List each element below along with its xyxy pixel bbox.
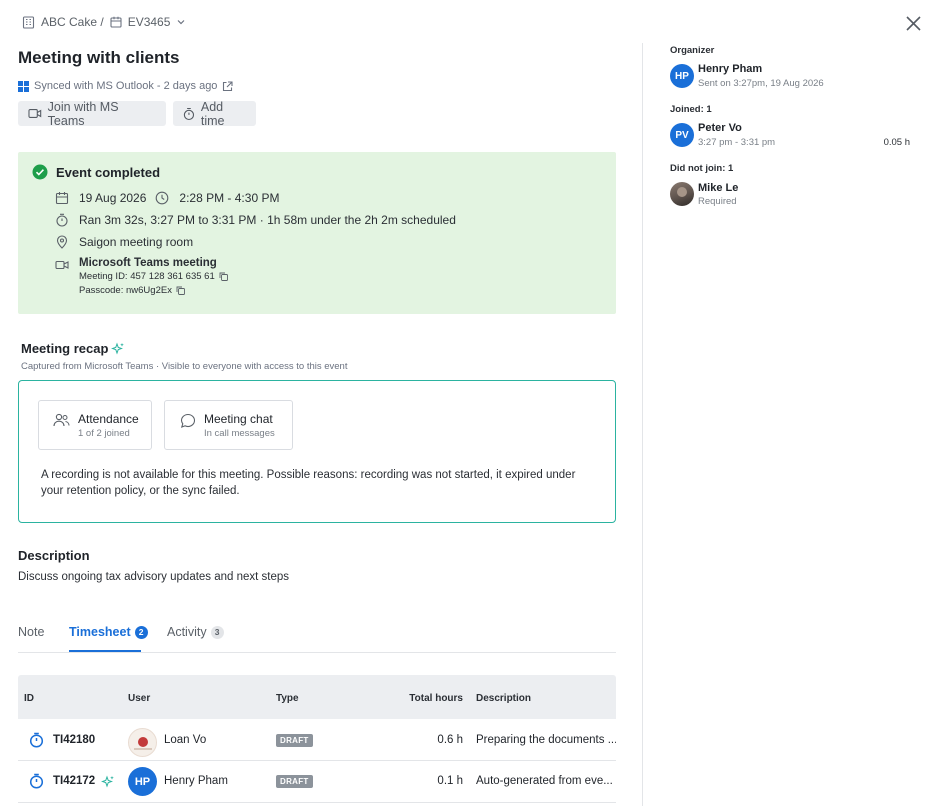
col-type[interactable]: Type bbox=[276, 693, 299, 704]
copy-icon[interactable] bbox=[219, 272, 228, 281]
avatar bbox=[128, 728, 157, 757]
row-description: Auto-generated from eve... bbox=[476, 775, 613, 787]
not-joined-required: Required bbox=[698, 196, 737, 207]
event-ran: Ran 3m 32s, 3:27 PM to 3:31 PM · 1h 58m … bbox=[79, 213, 456, 227]
tab-timesheet-label: Timesheet bbox=[69, 625, 131, 639]
description-heading: Description bbox=[18, 548, 90, 563]
organizer-label: Organizer bbox=[670, 45, 715, 56]
panel-divider bbox=[642, 43, 643, 806]
row-user: Loan Vo bbox=[164, 734, 207, 746]
status-badge: DRAFT bbox=[276, 734, 313, 747]
breadcrumb: ABC Cake / EV3465 bbox=[22, 15, 186, 29]
status-badge: DRAFT bbox=[276, 775, 313, 788]
meeting-passcode: Passcode: nw6Ug2Ex bbox=[79, 285, 172, 296]
avatar: HP bbox=[670, 64, 694, 88]
row-id[interactable]: TI42172 bbox=[53, 775, 95, 787]
tab-note[interactable]: Note bbox=[18, 625, 44, 639]
attendance-card[interactable]: Attendance 1 of 2 joined bbox=[38, 400, 152, 450]
building-icon bbox=[22, 15, 35, 29]
avatar: HP bbox=[128, 767, 157, 796]
col-user[interactable]: User bbox=[128, 693, 150, 704]
avatar: PV bbox=[670, 123, 694, 147]
clock-icon bbox=[156, 191, 169, 205]
close-icon[interactable] bbox=[906, 16, 921, 31]
recap-title: Meeting recap bbox=[21, 341, 125, 356]
tab-timesheet[interactable]: Timesheet 2 bbox=[69, 625, 148, 639]
teams-meeting-title: Microsoft Teams meeting bbox=[79, 257, 217, 269]
organizer-sent: Sent on 3:27pm, 19 Aug 2026 bbox=[698, 78, 824, 89]
meeting-chat-sub: In call messages bbox=[204, 428, 275, 439]
add-time-button[interactable]: Add time bbox=[173, 99, 256, 128]
joined-name: Peter Vo bbox=[698, 122, 742, 134]
stopwatch-icon bbox=[29, 773, 44, 789]
meeting-chat-title: Meeting chat bbox=[204, 412, 273, 426]
meeting-id: Meeting ID: 457 128 361 635 61 bbox=[79, 271, 215, 282]
add-time-label: Add time bbox=[200, 99, 225, 128]
row-hours: 0.6 h bbox=[437, 734, 463, 746]
sync-status: Synced with MS Outlook - 2 days ago bbox=[18, 80, 233, 92]
external-link-icon[interactable] bbox=[222, 80, 233, 92]
col-id[interactable]: ID bbox=[24, 693, 34, 704]
sync-text: Synced with MS Outlook - 2 days ago bbox=[34, 80, 218, 92]
col-total-hours[interactable]: Total hours bbox=[405, 693, 463, 704]
breadcrumb-event-id[interactable]: EV3465 bbox=[128, 15, 171, 29]
col-description[interactable]: Description bbox=[476, 693, 531, 704]
event-location: Saigon meeting room bbox=[79, 235, 194, 249]
organizer-name: Henry Pham bbox=[698, 63, 763, 75]
people-icon bbox=[53, 413, 70, 427]
row-hours: 0.1 h bbox=[437, 775, 463, 787]
event-time: 2:28 PM - 4:30 PM bbox=[179, 191, 280, 205]
row-user: Henry Pham bbox=[164, 775, 228, 787]
description-text: Discuss ongoing tax advisory updates and… bbox=[18, 571, 290, 583]
event-location-row: Saigon meeting room bbox=[55, 235, 193, 249]
sparkle-icon bbox=[101, 775, 114, 788]
sparkle-icon bbox=[111, 342, 125, 354]
video-camera-icon bbox=[55, 260, 69, 270]
not-joined-name: Mike Le bbox=[698, 182, 739, 194]
tab-timesheet-badge: 2 bbox=[134, 625, 148, 639]
stopwatch-icon bbox=[56, 213, 68, 227]
stopwatch-icon bbox=[29, 732, 44, 748]
tab-activity-label: Activity bbox=[167, 625, 207, 639]
joined-time: 3:27 pm - 3:31 pm bbox=[698, 137, 776, 148]
tab-activity[interactable]: Activity 3 bbox=[167, 625, 224, 639]
attendance-sub: 1 of 2 joined bbox=[78, 428, 130, 439]
event-status: Event completed bbox=[32, 164, 160, 180]
check-circle-icon bbox=[32, 164, 48, 180]
avatar bbox=[670, 182, 694, 206]
tab-activity-badge: 3 bbox=[210, 625, 224, 639]
page-title: Meeting with clients bbox=[18, 48, 180, 67]
not-joined-label: Did not join: 1 bbox=[670, 163, 734, 174]
copy-icon[interactable] bbox=[176, 286, 185, 295]
tab-note-label: Note bbox=[18, 625, 45, 639]
event-date: 19 Aug 2026 bbox=[79, 191, 147, 205]
row-id[interactable]: TI42180 bbox=[53, 734, 95, 746]
joined-label: Joined: 1 bbox=[670, 104, 712, 115]
calendar-icon bbox=[110, 16, 122, 28]
joined-hours: 0.05 h bbox=[883, 137, 910, 148]
windows-logo-icon bbox=[18, 80, 29, 92]
chevron-down-icon[interactable] bbox=[176, 17, 186, 27]
event-date-row: 19 Aug 2026 2:28 PM - 4:30 PM bbox=[55, 191, 279, 205]
row-description: Preparing the documents ... bbox=[476, 734, 616, 746]
calendar-icon bbox=[55, 192, 69, 205]
event-teams-row: Microsoft Teams meeting Meeting ID: 457 … bbox=[55, 257, 228, 296]
chat-bubble-icon bbox=[180, 413, 196, 428]
location-pin-icon bbox=[56, 235, 68, 249]
breadcrumb-company[interactable]: ABC Cake / bbox=[41, 15, 104, 29]
join-teams-label: Join with MS Teams bbox=[47, 99, 119, 128]
tabs-divider bbox=[18, 652, 616, 653]
stopwatch-icon bbox=[183, 107, 195, 120]
event-ran-row: Ran 3m 32s, 3:27 PM to 3:31 PM · 1h 58m … bbox=[55, 213, 456, 227]
attendance-title: Attendance bbox=[78, 412, 139, 426]
recording-notice: A recording is not available for this me… bbox=[41, 469, 576, 497]
join-teams-button[interactable]: Join with MS Teams bbox=[18, 99, 166, 128]
meeting-chat-card[interactable]: Meeting chat In call messages bbox=[164, 400, 293, 450]
video-camera-icon bbox=[28, 109, 42, 118]
event-status-text: Event completed bbox=[56, 164, 161, 180]
recap-title-text: Meeting recap bbox=[21, 341, 109, 356]
recap-subtitle: Captured from Microsoft Teams · Visible … bbox=[21, 361, 348, 372]
